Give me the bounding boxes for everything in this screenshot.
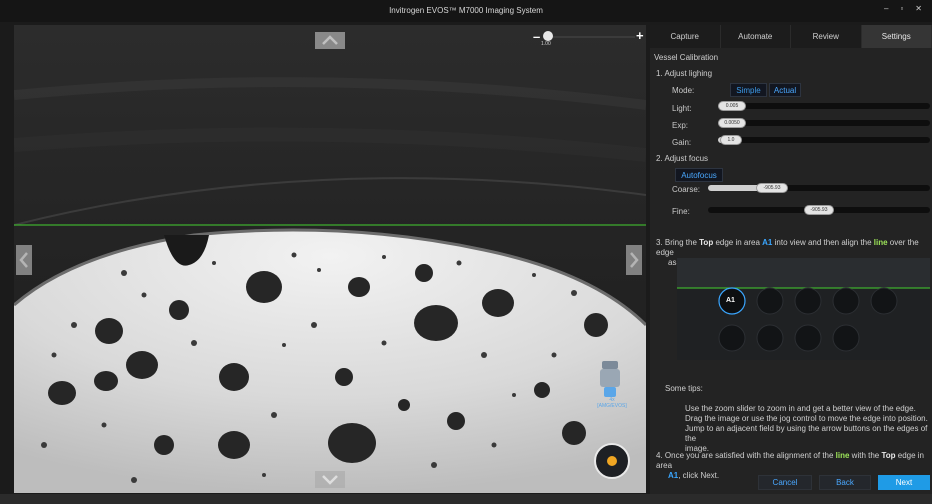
mode-actual-button[interactable]: Actual: [769, 83, 801, 97]
exposure-slider[interactable]: 0.0050: [718, 118, 930, 128]
bottom-status-strip: [0, 494, 932, 504]
step1-title: 1. Adjust lighing: [656, 69, 713, 78]
coarse-focus-slider[interactable]: -905.93: [708, 183, 930, 193]
objective-icon: [600, 361, 620, 397]
zoom-track[interactable]: [551, 36, 635, 38]
step3-top: Top: [699, 238, 714, 247]
mode-label: Mode:: [672, 86, 695, 95]
back-button[interactable]: Back: [819, 475, 871, 490]
title-bar: Invitrogen EVOS™ M7000 Imaging System – …: [0, 0, 932, 22]
well-plate-illustration: [677, 258, 930, 360]
tip-item: Drag the image or use the jog control to…: [685, 414, 928, 423]
tab-settings[interactable]: Settings: [861, 25, 932, 48]
step4-end: , click Next.: [678, 471, 720, 480]
coarse-thumb[interactable]: -905.93: [756, 183, 788, 193]
coarse-label: Coarse:: [672, 185, 701, 194]
fine-focus-slider[interactable]: -905.93: [708, 205, 930, 215]
tip-item: Use the zoom slider to zoom in and get a…: [685, 404, 916, 413]
step4-mid: with the: [849, 451, 882, 460]
chevron-down-icon: [322, 475, 338, 485]
window-title: Invitrogen EVOS™ M7000 Imaging System: [389, 6, 543, 15]
minimize-icon[interactable]: –: [884, 4, 888, 13]
jog-control[interactable]: [594, 443, 630, 479]
exposure-thumb[interactable]: 0.0050: [718, 118, 746, 128]
zoom-knob[interactable]: [543, 31, 553, 41]
gain-thumb[interactable]: 1.0: [720, 135, 742, 145]
alignment-illustration: A1: [677, 258, 930, 360]
step3-area: A1: [762, 238, 773, 247]
step4-area: A1: [668, 471, 679, 480]
nav-right-button[interactable]: [626, 245, 642, 275]
chevron-up-icon: [322, 35, 338, 45]
jog-dot-icon: [607, 456, 617, 466]
tips-title: Some tips:: [665, 384, 703, 393]
tips-block: Some tips: Use the zoom slider to zoom i…: [665, 384, 932, 454]
zoom-out-icon[interactable]: –: [533, 29, 540, 44]
chevron-left-icon: [19, 252, 28, 268]
light-thumb[interactable]: 0.005: [718, 101, 746, 111]
tab-capture[interactable]: Capture: [650, 25, 721, 48]
step2-title: 2. Adjust focus: [656, 154, 709, 163]
tab-automate[interactable]: Automate: [720, 25, 791, 48]
mode-simple-button[interactable]: Simple: [730, 83, 767, 97]
exp-label: Exp:: [672, 121, 689, 130]
nav-down-button[interactable]: [315, 471, 345, 488]
step3-line: line: [873, 238, 888, 247]
step4-top: Top: [881, 451, 896, 460]
zoom-value: 1.00: [541, 41, 551, 47]
restore-icon[interactable]: ▫: [900, 4, 903, 13]
microscope-image[interactable]: [14, 25, 646, 493]
fine-label: Fine:: [672, 207, 690, 216]
step4-prefix: 4. Once you are satisfied with the align…: [656, 451, 836, 460]
tab-review[interactable]: Review: [791, 25, 862, 48]
window-controls: – ▫ ✕: [884, 4, 922, 13]
tip-item: Jump to an adjacent field by using the a…: [685, 424, 928, 443]
well-a1-label: A1: [726, 297, 735, 304]
chevron-right-icon: [630, 252, 639, 268]
next-button[interactable]: Next: [878, 475, 930, 490]
objective-indicator: 4x [AMG/EVOS]: [592, 361, 628, 417]
light-label: Light:: [672, 104, 692, 113]
light-slider[interactable]: 0.005: [718, 101, 930, 111]
settings-panel: Capture Automate Review Settings Vessel …: [650, 25, 932, 504]
autofocus-button[interactable]: Autofocus: [675, 168, 723, 182]
step4-line: line: [835, 451, 850, 460]
objective-label: 4x [AMG/EVOS]: [597, 397, 627, 409]
gain-label: Gain:: [672, 138, 692, 147]
zoom-slider[interactable]: – 1.00 +: [533, 27, 646, 49]
image-viewport[interactable]: – 1.00 + 4x [AMG/EVOS]: [14, 25, 646, 493]
zoom-in-icon[interactable]: +: [636, 28, 644, 43]
main-tabs: Capture Automate Review Settings: [650, 25, 932, 48]
nav-up-button[interactable]: [315, 32, 345, 49]
gain-slider[interactable]: 1.0: [718, 135, 930, 145]
step3-mid1: edge in area: [713, 238, 763, 247]
cancel-button[interactable]: Cancel: [758, 475, 812, 490]
step3-prefix: 3. Bring the: [656, 238, 700, 247]
fine-thumb[interactable]: -905.93: [804, 205, 834, 215]
close-icon[interactable]: ✕: [915, 4, 922, 13]
step3-mid2: into view and then align the: [772, 238, 874, 247]
nav-left-button[interactable]: [16, 245, 32, 275]
section-title: Vessel Calibration: [654, 53, 719, 62]
